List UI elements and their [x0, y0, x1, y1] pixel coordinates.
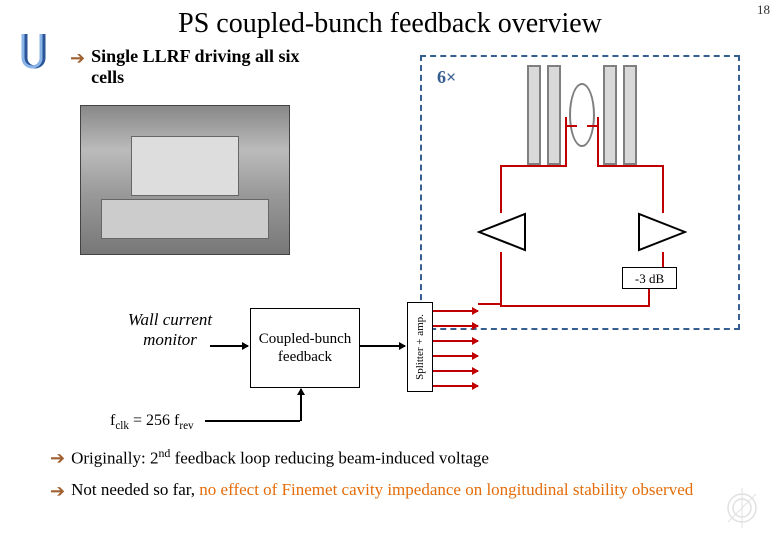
splitter-arrow [433, 355, 478, 357]
multiplier-label: 6× [437, 67, 456, 88]
splitter-amp-label: Splitter + amp. [414, 314, 426, 380]
amplifier-right-icon [637, 212, 687, 252]
feedback-diagram: 6× -3 dB [420, 55, 740, 330]
cern-logo-icon [722, 488, 762, 528]
splitter-amp-block: Splitter + amp. [407, 302, 433, 392]
attenuator-box: -3 dB [622, 267, 677, 289]
bullet-top-text: Single LLRF driving all six cells [91, 46, 311, 88]
org-logo-icon [20, 30, 50, 70]
fclk-label: fclk = 256 frev [110, 412, 194, 432]
bottom-bullet-1: ➔ Originally: 2nd feedback loop reducing… [50, 446, 760, 469]
splitter-arrow [433, 385, 478, 387]
amplifier-left-icon [477, 212, 527, 252]
fclk-to-fb-arrow [300, 389, 302, 421]
fclk-line [205, 420, 300, 422]
splitter-arrow [433, 310, 478, 312]
wcm-to-fb-arrow [210, 345, 248, 347]
splitter-arrow [433, 340, 478, 342]
coupled-bunch-feedback-block: Coupled-bunch feedback [250, 308, 360, 388]
fb-block-label: Coupled-bunch feedback [251, 330, 359, 366]
slide-title: PS coupled-bunch feedback overview [0, 0, 780, 40]
splitter-arrow [433, 370, 478, 372]
bullet-arrow-icon: ➔ [50, 481, 65, 502]
bullet-arrow-icon: ➔ [50, 448, 65, 469]
equipment-photo [80, 105, 290, 255]
bottom-bullet-2: ➔ Not needed so far, no effect of Fineme… [50, 479, 760, 502]
bottom-bullet-1-text: Originally: 2nd feedback loop reducing b… [71, 446, 489, 469]
bullet-arrow-icon: ➔ [70, 48, 85, 69]
fb-to-splitter-arrow [360, 345, 405, 347]
page-number: 18 [757, 2, 770, 18]
bottom-bullet-list: ➔ Originally: 2nd feedback loop reducing… [50, 440, 760, 512]
cavity-icon [527, 65, 637, 165]
splitter-arrow [433, 325, 478, 327]
bottom-bullet-2-text: Not needed so far, no effect of Finemet … [71, 479, 693, 500]
